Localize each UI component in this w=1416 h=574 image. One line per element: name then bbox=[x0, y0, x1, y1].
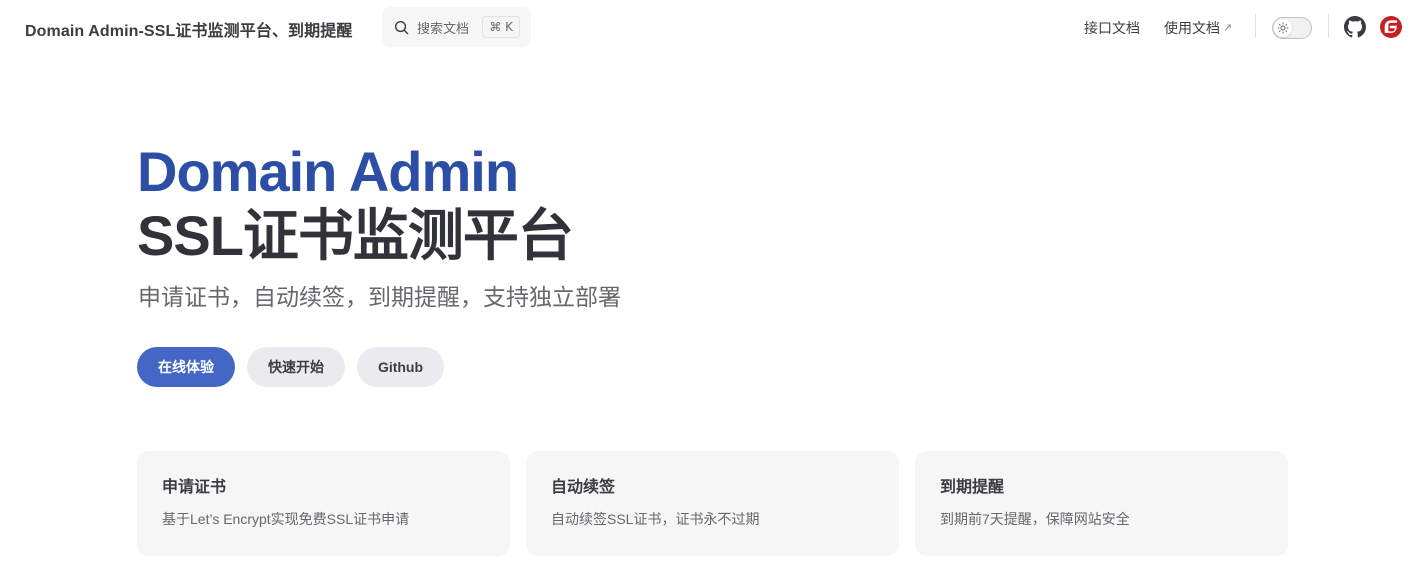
github-button[interactable]: Github bbox=[357, 347, 444, 387]
feature-title: 申请证书 bbox=[162, 479, 227, 496]
feature-details: 到期前7天提醒，保障网站安全 bbox=[940, 511, 1130, 527]
hero-text: SSL证书监测平台 bbox=[137, 204, 574, 267]
try-online-button[interactable]: 在线体验 bbox=[137, 347, 235, 387]
nav-divider bbox=[1328, 14, 1329, 38]
github-link[interactable] bbox=[1344, 16, 1366, 38]
feature-title: 自动续签 bbox=[551, 479, 616, 496]
hero-tagline: 申请证书，自动续签，到期提醒，支持独立部署 bbox=[138, 284, 621, 310]
feature-details: 自动续签SSL证书，证书永不过期 bbox=[551, 511, 760, 527]
sun-icon bbox=[1277, 22, 1289, 34]
github-icon bbox=[1344, 16, 1366, 38]
top-nav: Domain Admin-SSL证书监测平台、到期提醒 搜索文档 ⌘ K 接口文… bbox=[0, 0, 1416, 56]
nav-link-user-docs[interactable]: 使用文档 ↗ bbox=[1164, 18, 1232, 38]
feature-card: 申请证书 基于Let’s Encrypt实现免费SSL证书申请 bbox=[137, 451, 510, 556]
search-placeholder: 搜索文档 bbox=[417, 20, 470, 36]
external-link-icon: ↗ bbox=[1223, 22, 1233, 34]
gitee-link[interactable] bbox=[1380, 16, 1402, 38]
feature-card: 自动续签 自动续签SSL证书，证书永不过期 bbox=[526, 451, 899, 556]
hero-name: Domain Admin bbox=[137, 140, 519, 203]
feature-card: 到期提醒 到期前7天提醒，保障网站安全 bbox=[915, 451, 1288, 556]
feature-details: 基于Let’s Encrypt实现免费SSL证书申请 bbox=[162, 511, 410, 527]
search-shortcut-hint: ⌘ K bbox=[482, 16, 520, 38]
theme-toggle[interactable] bbox=[1272, 17, 1312, 39]
nav-link-label: 使用文档 bbox=[1164, 20, 1220, 36]
gitee-icon bbox=[1380, 16, 1402, 38]
nav-link-api-docs[interactable]: 接口文档 bbox=[1084, 18, 1140, 38]
site-title[interactable]: Domain Admin-SSL证书监测平台、到期提醒 bbox=[25, 17, 352, 41]
theme-toggle-knob bbox=[1274, 19, 1292, 37]
search-button[interactable]: 搜索文档 ⌘ K bbox=[382, 7, 531, 47]
search-icon bbox=[394, 20, 409, 35]
nav-divider bbox=[1255, 14, 1256, 38]
quick-start-button[interactable]: 快速开始 bbox=[247, 347, 345, 387]
feature-title: 到期提醒 bbox=[940, 479, 1005, 496]
nav-link-label: 接口文档 bbox=[1084, 20, 1140, 36]
